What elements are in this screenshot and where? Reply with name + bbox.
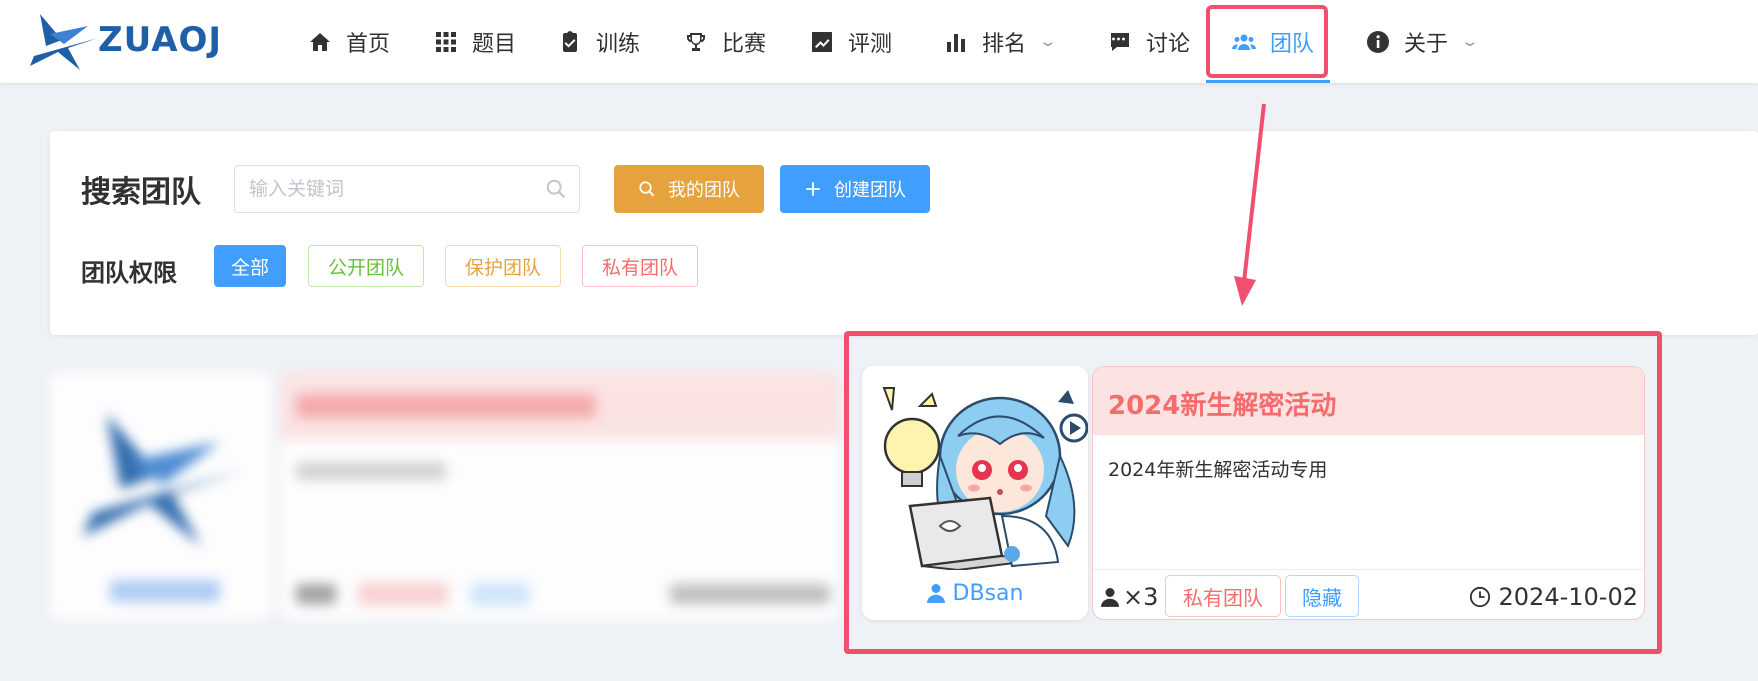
annotation-highlight-nav xyxy=(1206,5,1328,78)
nav-ranking[interactable]: 排名 ⌄ xyxy=(944,0,1058,83)
logo-text: ZUAOJ xyxy=(98,20,223,60)
blurred-card-header xyxy=(280,372,840,440)
trophy-icon xyxy=(684,30,708,54)
blurred-card-members xyxy=(296,584,336,604)
nav-training-label: 训练 xyxy=(596,31,641,57)
blurred-card-tag xyxy=(470,582,530,606)
create-team-button[interactable]: 创建团队 xyxy=(780,165,930,213)
blurred-card-title xyxy=(296,394,596,418)
blurred-card-body xyxy=(280,372,840,620)
blurred-team-card xyxy=(50,372,840,620)
nav-discussion-label: 讨论 xyxy=(1146,31,1191,57)
search-panel: 搜索团队 我的团队 创建团队 团队权限 全部 公开团队 保护团队 私有团队 xyxy=(50,131,1758,335)
blurred-logo-icon xyxy=(82,413,244,546)
blurred-card-date xyxy=(670,584,830,604)
nav-problems-label: 题目 xyxy=(472,31,517,57)
nav-problems[interactable]: 题目 xyxy=(434,0,516,83)
nav-ranking-label: 排名 xyxy=(982,31,1027,57)
nav-about-label: 关于 xyxy=(1404,31,1449,57)
annotation-highlight-card xyxy=(844,331,1662,654)
nav-training[interactable]: 训练 xyxy=(558,0,640,83)
search-icon[interactable] xyxy=(545,178,567,200)
chevron-down-icon: ⌄ xyxy=(1038,33,1058,50)
nav-home[interactable]: 首页 xyxy=(308,0,390,83)
comment-icon xyxy=(1108,30,1132,54)
filter-public[interactable]: 公开团队 xyxy=(308,245,424,287)
grid-icon xyxy=(434,30,458,54)
search-input[interactable] xyxy=(235,166,525,212)
line-chart-icon xyxy=(810,30,834,54)
nav-discussion[interactable]: 讨论 xyxy=(1108,0,1190,83)
bar-chart-icon xyxy=(944,30,968,54)
search-title: 搜索团队 xyxy=(81,175,201,210)
site-logo[interactable]: ZUAOJ xyxy=(28,10,222,70)
blurred-card-desc xyxy=(296,462,446,480)
nav-home-label: 首页 xyxy=(346,31,391,57)
chevron-down-icon: ⌄ xyxy=(1460,33,1480,50)
logo-star-icon xyxy=(30,14,98,70)
nav-about[interactable]: 关于 ⌄ xyxy=(1366,0,1480,83)
nav-status-label: 评测 xyxy=(848,31,893,57)
info-icon xyxy=(1366,30,1390,54)
my-teams-label: 我的团队 xyxy=(668,180,740,201)
create-team-label: 创建团队 xyxy=(834,180,906,201)
blurred-card-tag xyxy=(358,582,448,606)
search-box[interactable] xyxy=(234,165,580,213)
filter-private[interactable]: 私有团队 xyxy=(582,245,698,287)
plus-icon xyxy=(804,180,822,198)
active-tab-indicator xyxy=(1206,80,1330,83)
clipboard-check-icon xyxy=(558,30,582,54)
permission-label: 团队权限 xyxy=(81,259,177,287)
nav-status[interactable]: 评测 xyxy=(810,0,892,83)
nav-contests[interactable]: 比赛 xyxy=(684,0,766,83)
annotation-arrow xyxy=(1234,103,1266,306)
filter-protected[interactable]: 保护团队 xyxy=(445,245,561,287)
blurred-card-avatar-panel xyxy=(50,372,272,620)
top-navbar: ZUAOJ 首页 题目 训练 比赛 评测 排名 ⌄ 讨论 团队 关于 ⌄ xyxy=(0,0,1758,83)
home-icon xyxy=(308,30,332,54)
search-icon xyxy=(638,180,656,198)
filter-all[interactable]: 全部 xyxy=(214,245,286,287)
blurred-owner xyxy=(110,580,220,602)
nav-contests-label: 比赛 xyxy=(722,31,767,57)
my-teams-button[interactable]: 我的团队 xyxy=(614,165,764,213)
